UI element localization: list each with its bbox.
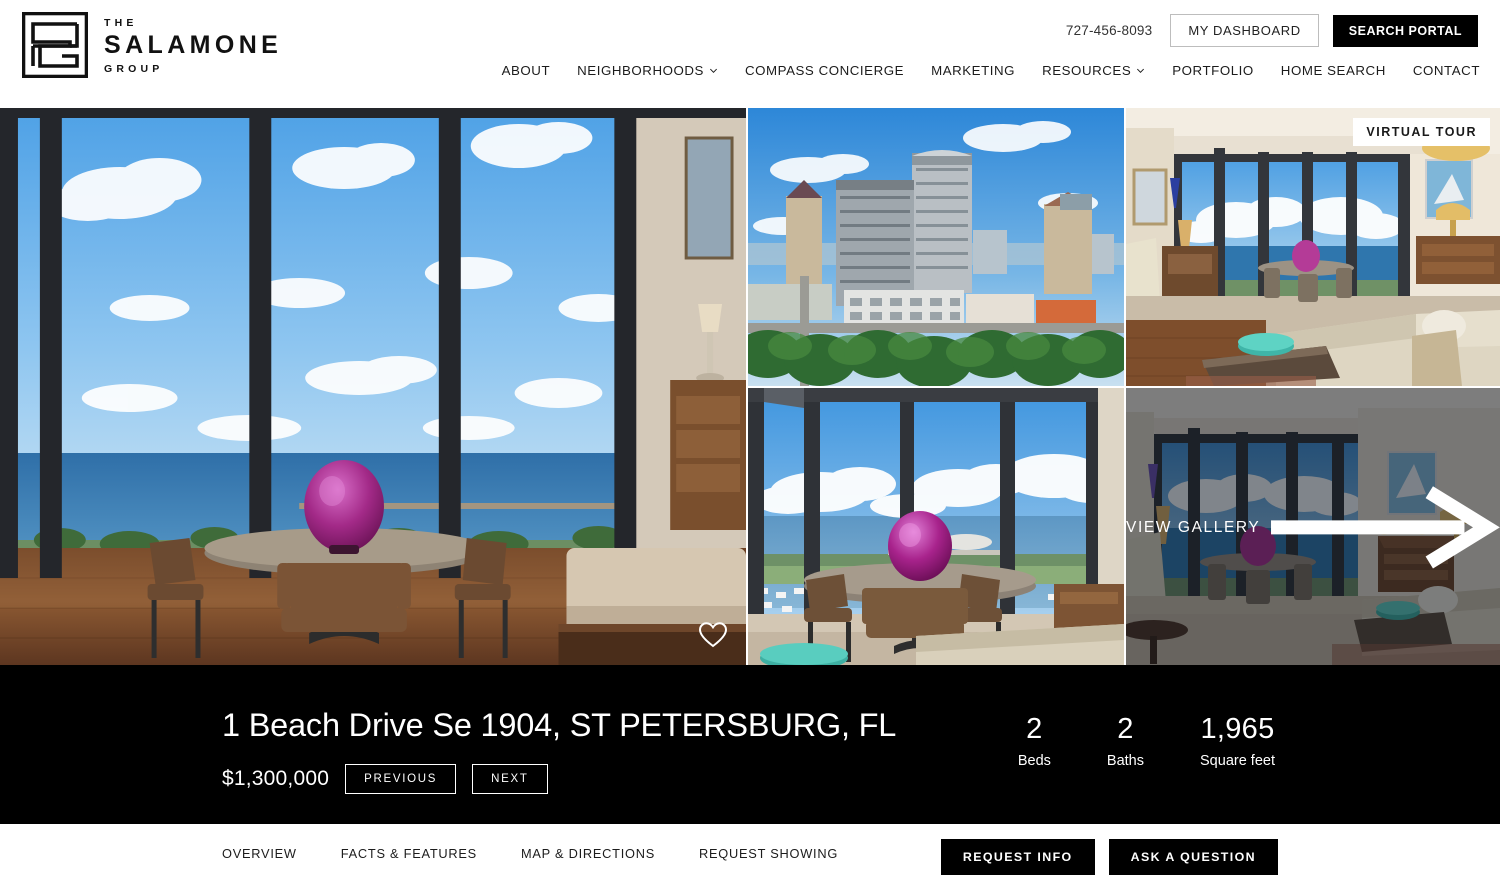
stat-baths-label: Baths [1106, 753, 1145, 770]
gallery-top-row: VIRTUAL TOUR [748, 108, 1500, 386]
tab-request-showing[interactable]: REQUEST SHOWING [699, 846, 838, 861]
nav-item-portfolio[interactable]: PORTFOLIO [1172, 63, 1254, 78]
nav-label: HOME SEARCH [1280, 63, 1386, 78]
view-gallery-label: VIEW GALLERY [1126, 518, 1261, 536]
nav-label: COMPASS CONCIERGE [744, 63, 905, 78]
previous-listing-button[interactable]: PREVIOUS [345, 763, 457, 794]
gallery-tile-living-room-corner-windows[interactable]: VIRTUAL TOUR [1126, 108, 1500, 386]
nav-label: NEIGHBORHOODS [577, 63, 704, 78]
listing-stats: 2 Beds 2 Baths 1,965 Square feet [1018, 713, 1275, 769]
stat-square-feet-value: 1,965 [1200, 713, 1275, 745]
next-listing-button[interactable]: NEXT [472, 763, 548, 794]
stat-beds-label: Beds [1017, 753, 1051, 770]
stat-square-feet: 1,965 Square feet [1200, 713, 1275, 769]
listing-detail-tabbar: OVERVIEW FACTS & FEATURES MAP & DIRECTIO… [0, 824, 1500, 888]
stat-baths: 2 Baths [1107, 713, 1144, 769]
view-gallery-overlay[interactable]: VIEW GALLERY [1126, 388, 1500, 667]
nav-item-contact[interactable]: CONTACT [1413, 63, 1480, 78]
gallery-tile-hero-dining-room-water-view[interactable] [0, 108, 746, 665]
logo-line-group: GROUP [104, 63, 164, 75]
listing-summary-bar: 1 Beach Drive Se 1904, ST PETERSBURG, FL… [0, 665, 1500, 824]
phone-number[interactable]: 727-456-8093 [1066, 23, 1152, 38]
listing-address-block: 1 Beach Drive Se 1904, ST PETERSBURG, FL… [222, 709, 896, 794]
site-logo[interactable]: THE SALAMONE GROUP [22, 12, 282, 78]
listing-address: 1 Beach Drive Se 1904, ST PETERSBURG, FL [222, 707, 897, 743]
listing-price: $1,300,000 [222, 766, 330, 790]
main-navigation: ABOUT NEIGHBORHOODS COMPASS CONCIERGE MA… [502, 63, 1480, 78]
request-info-button[interactable]: REQUEST INFO [940, 839, 1095, 875]
my-dashboard-button[interactable]: MY DASHBOARD [1170, 14, 1319, 47]
tab-map-directions[interactable]: MAP & DIRECTIONS [521, 846, 655, 861]
stat-beds-value: 2 [1026, 713, 1043, 745]
detail-tabs: OVERVIEW FACTS & FEATURES MAP & DIRECTIO… [222, 846, 838, 861]
chevron-down-icon [1137, 68, 1145, 74]
tab-overview[interactable]: OVERVIEW [222, 846, 297, 861]
stat-square-feet-label: Square feet [1200, 753, 1275, 770]
nav-item-resources[interactable]: RESOURCES [1042, 63, 1145, 78]
nav-label: PORTFOLIO [1172, 63, 1254, 78]
property-photo-gallery: VIRTUAL TOUR VIEW GALLERY [0, 108, 1500, 667]
nav-label: RESOURCES [1042, 63, 1132, 78]
nav-item-marketing[interactable]: MARKETING [931, 63, 1015, 78]
search-portal-button[interactable]: SEARCH PORTAL [1332, 14, 1478, 47]
tab-facts-features[interactable]: FACTS & FEATURES [341, 846, 477, 861]
favorite-heart-icon[interactable] [698, 620, 728, 650]
heart-icon [698, 622, 728, 648]
logo-line-salamone: SALAMONE [104, 31, 283, 59]
site-header: THE SALAMONE GROUP 727-456-8093 MY DASHB… [0, 0, 1500, 108]
nav-label: MARKETING [931, 63, 1016, 78]
price-and-pagination: $1,300,000 PREVIOUS NEXT [222, 763, 896, 794]
ask-a-question-button[interactable]: ASK A QUESTION [1108, 839, 1278, 875]
nav-item-neighborhoods[interactable]: NEIGHBORHOODS [577, 63, 718, 78]
gallery-bottom-row: VIEW GALLERY [748, 388, 1500, 667]
header-utility-bar: 727-456-8093 MY DASHBOARD SEARCH PORTAL [1066, 14, 1478, 47]
gallery-tile-aerial-downtown-skyline[interactable] [748, 108, 1124, 386]
listing-cta-group: REQUEST INFO ASK A QUESTION [940, 839, 1278, 875]
nav-label: ABOUT [501, 63, 551, 78]
stat-baths-value: 2 [1117, 713, 1134, 745]
virtual-tour-badge[interactable]: VIRTUAL TOUR [1353, 118, 1490, 146]
gallery-tile-dining-table-bay-view[interactable] [748, 388, 1124, 667]
logo-line-the: THE [104, 16, 138, 29]
nav-item-home-search[interactable]: HOME SEARCH [1281, 63, 1386, 78]
nav-item-about[interactable]: ABOUT [502, 63, 551, 78]
salamone-sg-monogram-icon [22, 12, 88, 78]
nav-item-compass-concierge[interactable]: COMPASS CONCIERGE [745, 63, 904, 78]
stat-beds: 2 Beds [1018, 713, 1051, 769]
gallery-tile-wide-living-room-view[interactable]: VIEW GALLERY [1126, 388, 1500, 667]
nav-label: CONTACT [1412, 63, 1480, 78]
chevron-down-icon [709, 68, 717, 74]
gallery-right-column: VIRTUAL TOUR VIEW GALLERY [748, 108, 1500, 667]
arrow-right-icon [1271, 486, 1500, 569]
